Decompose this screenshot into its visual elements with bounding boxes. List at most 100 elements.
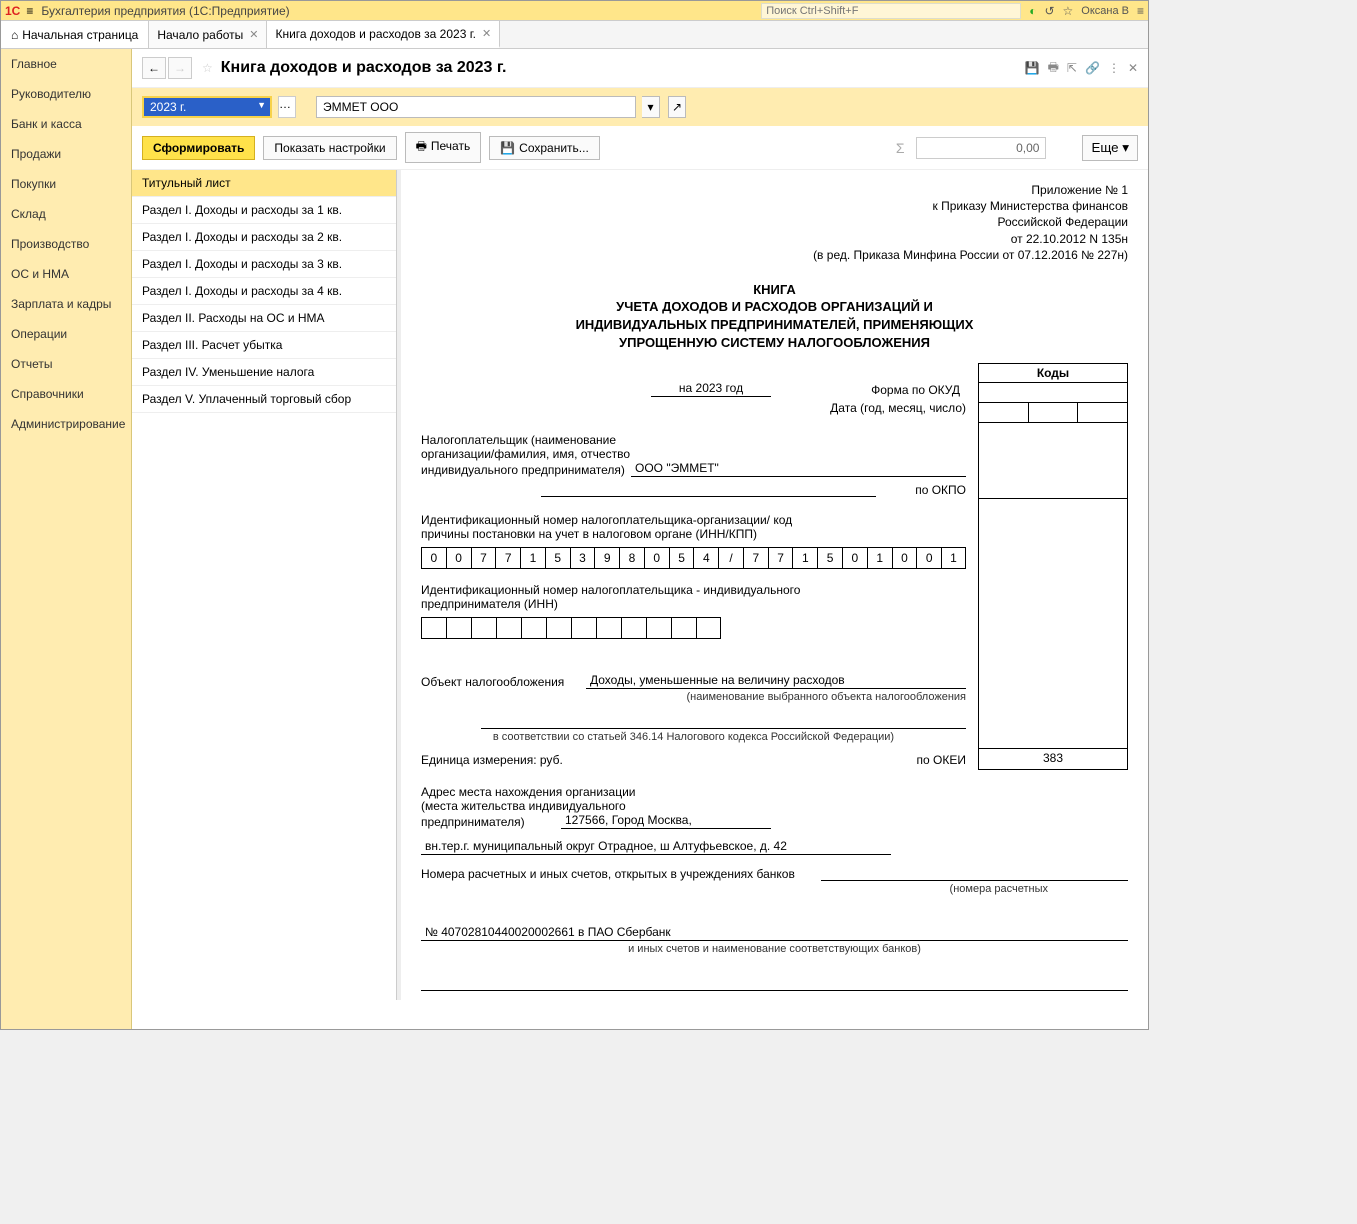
accounts-label: Номера расчетных и иных счетов, открытых… (421, 867, 821, 881)
section-item[interactable]: Раздел I. Доходы и расходы за 2 кв. (132, 224, 396, 251)
sidemenu-item[interactable]: Покупки (1, 169, 131, 199)
section-item[interactable]: Титульный лист (132, 170, 396, 197)
tax-object-value: Доходы, уменьшенные на величину расходов (586, 673, 966, 689)
inn-kpp-cell: 5 (545, 547, 570, 569)
inn-kpp-cell: 0 (421, 547, 446, 569)
inn-kpp-cell: 7 (495, 547, 520, 569)
section-item[interactable]: Раздел V. Уплаченный торговый сбор (132, 386, 396, 413)
sidemenu-item[interactable]: ОС и НМА (1, 259, 131, 289)
address-label: предпринимателя) (421, 815, 561, 829)
tabs-bar: ⌂ Начальная страница Начало работы ✕ Кни… (1, 21, 1148, 49)
period-select[interactable]: 2023 г. (142, 96, 272, 118)
document-area[interactable]: Приложение № 1 к Приказу Министерства фи… (397, 170, 1148, 1000)
address-label: Адрес места нахождения организации (421, 785, 1128, 799)
favorite-star-icon[interactable]: ☆ (202, 61, 213, 75)
inn-kpp-label: Идентификационный номер налогоплательщик… (421, 513, 966, 527)
doc-title: КНИГА УЧЕТА ДОХОДОВ И РАСХОДОВ ОРГАНИЗАЦ… (421, 281, 1128, 351)
codes-row-okud (979, 383, 1127, 403)
printer-icon: 🖶 (416, 139, 427, 153)
section-item[interactable]: Раздел III. Расчет убытка (132, 332, 396, 359)
inn-ip-cell (446, 617, 471, 639)
org-dropdown-button[interactable]: ▾ (642, 96, 660, 118)
inn-kpp-cell: 5 (817, 547, 842, 569)
sidemenu-item[interactable]: Справочники (1, 379, 131, 409)
close-icon[interactable]: ✕ (482, 27, 491, 40)
org-open-button[interactable]: ↗ (668, 96, 686, 118)
inn-kpp-label: причины постановки на учет в налоговом о… (421, 527, 966, 541)
favorite-icon[interactable]: ☆ (1063, 4, 1074, 18)
show-settings-button[interactable]: Показать настройки (263, 136, 396, 160)
print-icon[interactable]: 🖶 (1048, 58, 1059, 79)
save-icon[interactable]: 💾 (1025, 61, 1040, 75)
titlebar: 1C ≡ Бухгалтерия предприятия (1С:Предпри… (1, 1, 1148, 21)
inn-kpp-cell: / (718, 547, 743, 569)
tab-getting-started[interactable]: Начало работы ✕ (149, 21, 267, 48)
params-bar: 2023 г. … ЭММЕТ ООО ▾ ↗ (132, 88, 1148, 126)
sidemenu-item[interactable]: Главное (1, 49, 131, 79)
generate-button[interactable]: Сформировать (142, 136, 255, 160)
inn-ip-cell (546, 617, 571, 639)
inn-ip-cell (496, 617, 521, 639)
tab-label: Начало работы (157, 28, 243, 42)
sidemenu-item[interactable]: Продажи (1, 139, 131, 169)
sidemenu-item[interactable]: Руководителю (1, 79, 131, 109)
close-page-icon[interactable]: ✕ (1128, 61, 1138, 75)
inn-kpp-cell: 0 (446, 547, 471, 569)
codes-row-okpo (979, 423, 1127, 499)
save-button[interactable]: 💾Сохранить... (489, 136, 600, 160)
tax-object-label: Объект налогообложения (421, 675, 586, 689)
section-item[interactable]: Раздел I. Доходы и расходы за 4 кв. (132, 278, 396, 305)
disk-icon: 💾 (500, 141, 515, 155)
section-item[interactable]: Раздел II. Расходы на ОС и НМА (132, 305, 396, 332)
link-icon[interactable]: 🔗 (1085, 61, 1100, 75)
export-icon[interactable]: ⇱ (1067, 61, 1077, 75)
period-picker-button[interactable]: … (278, 96, 296, 118)
inn-ip-cell (696, 617, 721, 639)
sidemenu-item[interactable]: Банк и касса (1, 109, 131, 139)
sigma-icon: Σ (896, 140, 905, 156)
okpo-label: по ОКПО (876, 483, 966, 497)
nav-back-button[interactable]: ← (142, 57, 166, 79)
page-header: ← → ☆ Книга доходов и расходов за 2023 г… (132, 49, 1148, 88)
sidemenu-item[interactable]: Производство (1, 229, 131, 259)
inn-kpp-cell: 1 (520, 547, 545, 569)
section-item[interactable]: Раздел IV. Уменьшение налога (132, 359, 396, 386)
app-title: Бухгалтерия предприятия (1С:Предприятие) (41, 4, 289, 18)
notification-icon[interactable]: ◐ (1029, 4, 1036, 18)
date-label: Дата (год, месяц, число) (830, 401, 966, 415)
inn-kpp-cell: 8 (619, 547, 644, 569)
codes-row-date (979, 403, 1127, 423)
window-menu-icon[interactable]: ≡ (1137, 4, 1144, 18)
tax-object-note: в соответствии со статьей 346.14 Налогов… (421, 731, 966, 743)
current-user[interactable]: Оксана В (1081, 5, 1129, 17)
section-item[interactable]: Раздел I. Доходы и расходы за 1 кв. (132, 197, 396, 224)
close-icon[interactable]: ✕ (249, 28, 258, 41)
section-item[interactable]: Раздел I. Доходы и расходы за 3 кв. (132, 251, 396, 278)
more-button[interactable]: Еще ▾ (1082, 135, 1138, 161)
sidemenu-item[interactable]: Операции (1, 319, 131, 349)
menu-icon[interactable]: ≡ (26, 4, 33, 18)
codes-box: Коды 383 (978, 363, 1128, 770)
inn-kpp-cell: 3 (570, 547, 595, 569)
history-icon[interactable]: ↺ (1044, 4, 1054, 18)
sum-field[interactable]: 0,00 (916, 137, 1046, 159)
more-vert-icon[interactable]: ⋮ (1108, 61, 1120, 75)
inn-ip-cell (621, 617, 646, 639)
tab-home[interactable]: ⌂ Начальная страница (1, 21, 149, 48)
print-button[interactable]: 🖶Печать (405, 132, 482, 163)
logo-1c: 1C (5, 4, 20, 18)
global-search-input[interactable] (761, 3, 1021, 19)
sidemenu-item[interactable]: Администрирование (1, 409, 131, 439)
inn-ip-cell (646, 617, 671, 639)
codes-row-okei: 383 (979, 749, 1127, 769)
taxpayer-value: ООО "ЭММЕТ" (631, 461, 966, 477)
nav-forward-button[interactable]: → (168, 57, 192, 79)
tab-report-active[interactable]: Книга доходов и расходов за 2023 г. ✕ (267, 21, 500, 48)
sidemenu-item[interactable]: Отчеты (1, 349, 131, 379)
inn-kpp-cell: 5 (669, 547, 694, 569)
unit-label: Единица измерения: руб. (421, 753, 563, 767)
organization-input[interactable]: ЭММЕТ ООО (316, 96, 636, 118)
inn-kpp-cell: 1 (941, 547, 966, 569)
sidemenu-item[interactable]: Склад (1, 199, 131, 229)
sidemenu-item[interactable]: Зарплата и кадры (1, 289, 131, 319)
